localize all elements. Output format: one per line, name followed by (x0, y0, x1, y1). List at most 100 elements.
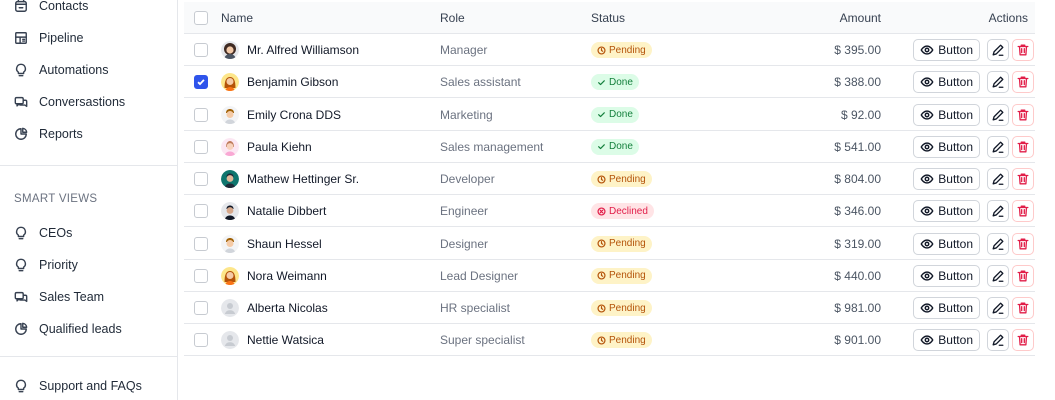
bulb-icon (14, 258, 28, 272)
clock-icon (597, 174, 606, 184)
view-button-label: Button (938, 204, 973, 219)
row-checkbox[interactable] (194, 139, 208, 154)
edit-button[interactable] (987, 264, 1009, 287)
conversations-icon (14, 95, 28, 109)
view-button[interactable]: Button (913, 232, 980, 255)
column-header-amount[interactable]: Amount (731, 2, 881, 34)
table-row[interactable]: Natalie Dibbert Engineer Declined $ 346.00 B… (184, 195, 1035, 228)
delete-button[interactable] (1012, 329, 1034, 352)
delete-button[interactable] (1012, 232, 1034, 255)
edit-button[interactable] (987, 71, 1009, 94)
view-button[interactable]: Button (913, 39, 980, 61)
sidebar-item-automations[interactable]: Automations (14, 60, 108, 80)
contact-role: Super specialist (440, 333, 525, 348)
row-checkbox[interactable] (194, 268, 208, 283)
edit-button[interactable] (987, 297, 1009, 319)
table-row[interactable]: Paula Kiehn Sales management Done $ 541.00 B… (184, 131, 1035, 163)
reports-icon (14, 322, 28, 336)
contact-amount: $ 981.00 (834, 301, 881, 315)
status-badge: Pending (591, 171, 652, 187)
table-row[interactable]: Mr. Alfred Williamson Manager Pending $ 395… (184, 34, 1035, 66)
sidebar-item-sales-team[interactable]: Sales Team (14, 287, 104, 307)
delete-button[interactable] (1012, 168, 1034, 190)
row-checkbox[interactable] (194, 333, 208, 348)
row-checkbox[interactable] (194, 236, 208, 251)
view-button[interactable]: Button (913, 103, 980, 126)
contact-amount: $ 92.00 (840, 107, 881, 122)
sidebar-item-reports[interactable]: Reports (14, 124, 83, 144)
avatar (221, 234, 239, 253)
trash-icon (1017, 205, 1029, 217)
table-header: Name Role Status Amount Actions (184, 2, 1035, 34)
delete-button[interactable] (1012, 39, 1034, 61)
sidebar-item-qualified-leads[interactable]: Qualified leads (14, 319, 122, 339)
status-badge: Done (591, 74, 639, 91)
sidebar-item-support[interactable]: Support and FAQs (14, 376, 142, 396)
edit-button[interactable] (987, 232, 1009, 255)
row-checkbox[interactable] (194, 75, 208, 90)
sidebar-item-priority[interactable]: Priority (14, 255, 78, 275)
edit-button[interactable] (987, 329, 1009, 352)
view-button[interactable]: Button (913, 71, 980, 94)
row-checkbox[interactable] (194, 43, 208, 57)
row-checkbox[interactable] (194, 301, 208, 315)
view-button[interactable]: Button (913, 200, 980, 223)
delete-button[interactable] (1012, 264, 1034, 287)
table-row[interactable]: Emily Crona DDS Marketing Done $ 92.00 Butto… (184, 99, 1035, 131)
eye-icon (920, 45, 934, 55)
delete-button[interactable] (1012, 297, 1034, 319)
check-icon (598, 144, 605, 150)
table-row[interactable]: Nettie Watsica Super specialist Pending $ 9… (184, 324, 1035, 357)
edit-button[interactable] (987, 200, 1009, 223)
contact-role: Engineer (440, 204, 489, 219)
edit-button[interactable] (987, 103, 1009, 126)
column-header-name[interactable]: Name (221, 2, 431, 34)
clock-icon (597, 45, 606, 55)
status-badge: Pending (591, 42, 652, 58)
select-all-checkbox[interactable] (194, 11, 208, 25)
edit-button[interactable] (987, 168, 1009, 190)
delete-button[interactable] (1012, 103, 1034, 126)
eye-icon (920, 142, 934, 152)
contact-amount: $ 901.00 (834, 333, 881, 348)
pencil-icon (992, 334, 1004, 347)
view-button-label: Button (938, 301, 973, 315)
clock-icon (597, 336, 606, 345)
delete-button[interactable] (1012, 200, 1034, 223)
table-row[interactable]: Mathew Hettinger Sr. Developer Pending $ 80… (184, 163, 1035, 195)
trash-icon (1017, 270, 1029, 282)
row-checkbox[interactable] (194, 107, 208, 122)
eye-icon (920, 109, 934, 120)
view-button[interactable]: Button (913, 329, 980, 352)
sidebar: Contacts Pipeline Automations Conversast… (0, 0, 178, 400)
column-header-status[interactable]: Status (591, 2, 731, 34)
sidebar-item-label: Conversastions (39, 95, 126, 109)
sidebar-item-conversations[interactable]: Conversastions (14, 92, 125, 112)
sidebar-item-pipeline[interactable]: Pipeline (14, 28, 83, 48)
delete-button[interactable] (1012, 71, 1034, 94)
view-button[interactable]: Button (913, 297, 980, 319)
trash-icon (1017, 173, 1029, 185)
table-row[interactable]: Nora Weimann Lead Designer Pending $ 440.00… (184, 260, 1035, 292)
contact-name: Emily Crona DDS (247, 107, 342, 122)
table-row[interactable]: Benjamin Gibson Sales assistant Done $ 388.… (184, 66, 1035, 99)
contacts-icon (14, 0, 28, 13)
trash-icon (1017, 302, 1029, 314)
table-row[interactable]: Alberta Nicolas HR specialist Pending $ 981… (184, 292, 1035, 324)
contact-role: Lead Designer (440, 268, 519, 283)
view-button[interactable]: Button (913, 135, 980, 158)
edit-button[interactable] (987, 39, 1009, 61)
column-header-role[interactable]: Role (440, 2, 590, 34)
table-row[interactable]: Shaun Hessel Designer Pending $ 319.00 Butto… (184, 228, 1035, 260)
view-button[interactable]: Button (913, 168, 980, 190)
bulb-icon (14, 379, 28, 393)
delete-button[interactable] (1012, 135, 1034, 158)
contact-role: Sales management (440, 139, 544, 154)
sidebar-item-ceos[interactable]: CEOs (14, 223, 72, 243)
edit-button[interactable] (987, 135, 1009, 158)
view-button[interactable]: Button (913, 264, 980, 287)
row-checkbox[interactable] (194, 204, 208, 219)
sidebar-item-contacts[interactable]: Contacts (14, 0, 88, 16)
check-icon (598, 112, 605, 118)
row-checkbox[interactable] (194, 172, 208, 186)
